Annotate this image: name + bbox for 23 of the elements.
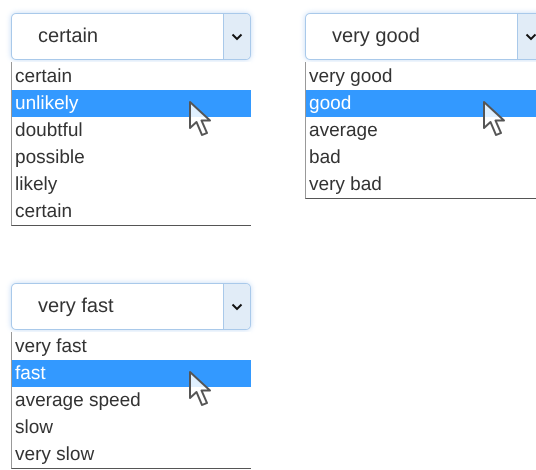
option-item[interactable]: likely (12, 171, 251, 198)
select-value: very good (331, 24, 421, 49)
select-value: very fast (37, 294, 115, 319)
dropdown-button[interactable] (517, 14, 536, 59)
option-item[interactable]: average (306, 117, 536, 144)
option-item[interactable]: average speed (12, 387, 251, 414)
option-item[interactable]: very fast (12, 333, 251, 360)
select-field[interactable]: certain (11, 13, 251, 60)
option-item[interactable]: very slow (12, 441, 251, 468)
chevron-down-icon (231, 32, 243, 40)
option-item[interactable]: bad (306, 144, 536, 171)
option-item[interactable]: doubtful (12, 117, 251, 144)
select-field[interactable]: very fast (11, 283, 251, 330)
chevron-down-icon (231, 302, 243, 310)
select-value: certain (37, 24, 100, 49)
option-item[interactable]: slow (12, 414, 251, 441)
option-item[interactable]: very bad (306, 171, 536, 198)
chevron-down-icon (525, 32, 536, 40)
option-item[interactable]: certain (12, 198, 251, 225)
select-field[interactable]: very good (305, 13, 536, 60)
option-item[interactable]: very good (306, 63, 536, 90)
option-item[interactable]: certain (12, 63, 251, 90)
option-item[interactable]: possible (12, 144, 251, 171)
